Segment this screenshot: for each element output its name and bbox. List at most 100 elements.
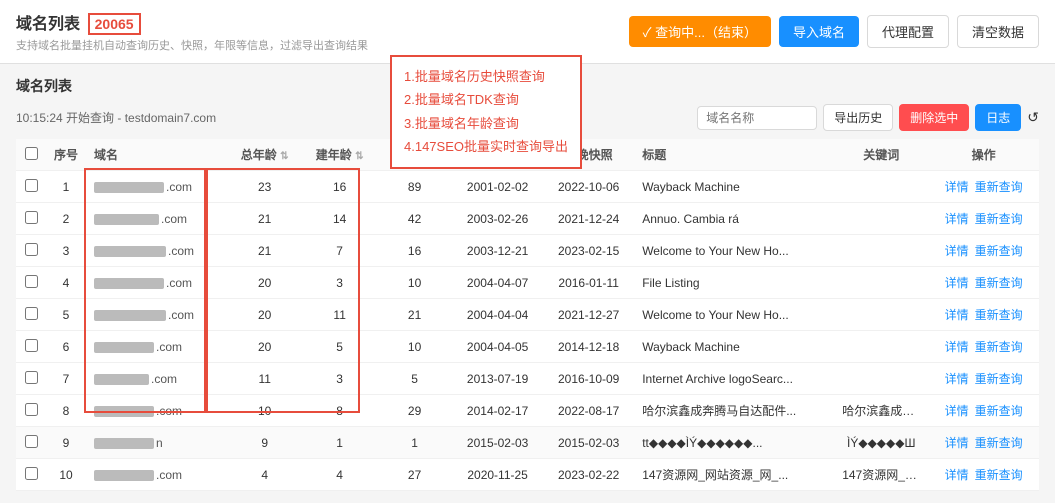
- row-keywords: [834, 363, 928, 395]
- toolbar-left: 10:15:24 开始查询 - testdomain7.com: [16, 109, 216, 126]
- row-seq: 7: [46, 363, 86, 395]
- row-total-age: 20: [227, 267, 302, 299]
- table-row: 7.com11352013-07-192016-10-09Internet Ar…: [16, 363, 1039, 395]
- row-checkbox-cell: [16, 235, 46, 267]
- row-latest-snapshot: 2022-08-17: [543, 395, 634, 427]
- row-keywords: ÌÝ◆◆◆◆◆Ш: [834, 427, 928, 459]
- row-seq: 4: [46, 267, 86, 299]
- row-checkbox[interactable]: [25, 403, 38, 416]
- requery-link[interactable]: 重新查询: [975, 372, 1023, 386]
- detail-link[interactable]: 详情: [945, 244, 969, 258]
- row-checkbox[interactable]: [25, 179, 38, 192]
- row-latest-snapshot: 2023-02-22: [543, 459, 634, 491]
- clear-data-button[interactable]: 清空数据: [957, 15, 1039, 48]
- requery-link[interactable]: 重新查询: [975, 308, 1023, 322]
- row-snapshots: 42: [377, 203, 452, 235]
- row-snapshots: 29: [377, 395, 452, 427]
- row-seq: 5: [46, 299, 86, 331]
- row-checkbox[interactable]: [25, 307, 38, 320]
- detail-link[interactable]: 详情: [945, 436, 969, 450]
- row-checkbox[interactable]: [25, 435, 38, 448]
- row-seq: 2: [46, 203, 86, 235]
- requery-link[interactable]: 重新查询: [975, 468, 1023, 482]
- agent-config-button[interactable]: 代理配置: [867, 15, 949, 48]
- refresh-icon[interactable]: ↺: [1027, 109, 1039, 126]
- table-row: 8.com108292014-02-172022-08-17哈尔滨鑫成奔腾马自达…: [16, 395, 1039, 427]
- requery-link[interactable]: 重新查询: [975, 244, 1023, 258]
- domain-table: 序号 域名 总年龄 ⇅ 建年龄 ⇅ 快照数 ⇅ 最早快照 最晚快照 标题 关键词…: [16, 139, 1039, 491]
- requery-link[interactable]: 重新查询: [975, 436, 1023, 450]
- row-latest-snapshot: 2014-12-18: [543, 331, 634, 363]
- domain-blur: [94, 246, 166, 257]
- detail-link[interactable]: 详情: [945, 372, 969, 386]
- row-checkbox-cell: [16, 363, 46, 395]
- row-latest-snapshot: 2022-10-06: [543, 171, 634, 203]
- delete-selected-button[interactable]: 删除选中: [899, 104, 969, 131]
- row-earliest-snapshot: 2004-04-04: [452, 299, 543, 331]
- detail-link[interactable]: 详情: [945, 212, 969, 226]
- row-actions: 详情重新查询: [928, 331, 1039, 363]
- requery-link[interactable]: 重新查询: [975, 340, 1023, 354]
- row-total-age: 20: [227, 299, 302, 331]
- row-title: 哈尔滨鑫成奔腾马自达配件...: [634, 395, 834, 427]
- header-subtitle: 支持域名批量挂机自动查询历史、快照，年限等信息，过滤导出查询结果: [16, 37, 368, 53]
- row-build-age: 11: [302, 299, 377, 331]
- row-checkbox[interactable]: [25, 467, 38, 480]
- row-seq: 6: [46, 331, 86, 363]
- row-seq: 8: [46, 395, 86, 427]
- export-history-button[interactable]: 导出历史: [823, 104, 893, 131]
- row-title: Annuo. Cambia rá: [634, 203, 834, 235]
- row-latest-snapshot: 2021-12-24: [543, 203, 634, 235]
- table-row: 9n9112015-02-032015-02-03tt◆◆◆◆ÌÝ◆◆◆◆◆◆.…: [16, 427, 1039, 459]
- row-earliest-snapshot: 2020-11-25: [452, 459, 543, 491]
- requery-link[interactable]: 重新查询: [975, 276, 1023, 290]
- row-build-age: 5: [302, 331, 377, 363]
- th-domain: 域名: [86, 139, 227, 171]
- row-snapshots: 1: [377, 427, 452, 459]
- detail-link[interactable]: 详情: [945, 308, 969, 322]
- row-earliest-snapshot: 2004-04-07: [452, 267, 543, 299]
- table-row: 6.com205102004-04-052014-12-18Wayback Ma…: [16, 331, 1039, 363]
- row-actions: 详情重新查询: [928, 299, 1039, 331]
- th-build-age[interactable]: 建年龄 ⇅: [302, 139, 377, 171]
- tooltip-line-2: 2.批量域名TDK查询: [404, 88, 568, 111]
- row-earliest-snapshot: 2013-07-19: [452, 363, 543, 395]
- row-actions: 详情重新查询: [928, 235, 1039, 267]
- row-earliest-snapshot: 2001-02-02: [452, 171, 543, 203]
- log-button[interactable]: 日志: [975, 104, 1021, 131]
- row-earliest-snapshot: 2015-02-03: [452, 427, 543, 459]
- detail-link[interactable]: 详情: [945, 468, 969, 482]
- row-earliest-snapshot: 2014-02-17: [452, 395, 543, 427]
- row-title: tt◆◆◆◆ÌÝ◆◆◆◆◆◆...: [634, 427, 834, 459]
- row-snapshots: 21: [377, 299, 452, 331]
- row-checkbox[interactable]: [25, 339, 38, 352]
- requery-link[interactable]: 重新查询: [975, 180, 1023, 194]
- detail-link[interactable]: 详情: [945, 404, 969, 418]
- requery-link[interactable]: 重新查询: [975, 404, 1023, 418]
- th-keywords: 关键词: [834, 139, 928, 171]
- import-button[interactable]: 导入域名: [779, 16, 859, 47]
- query-button[interactable]: ✓ 查询中...（结束）: [629, 16, 771, 47]
- detail-link[interactable]: 详情: [945, 180, 969, 194]
- detail-link[interactable]: 详情: [945, 276, 969, 290]
- row-checkbox[interactable]: [25, 211, 38, 224]
- row-build-age: 4: [302, 459, 377, 491]
- select-all-checkbox[interactable]: [25, 147, 38, 160]
- row-checkbox[interactable]: [25, 243, 38, 256]
- tooltip-line-1: 1.批量域名历史快照查询: [404, 65, 568, 88]
- search-input[interactable]: [697, 106, 817, 130]
- requery-link[interactable]: 重新查询: [975, 212, 1023, 226]
- row-latest-snapshot: 2016-01-11: [543, 267, 634, 299]
- row-domain: .com: [86, 331, 227, 363]
- sort-build-age-icon[interactable]: ⇅: [355, 151, 363, 162]
- th-total-age[interactable]: 总年龄 ⇅: [227, 139, 302, 171]
- row-build-age: 3: [302, 267, 377, 299]
- table-row: 10.com44272020-11-252023-02-22147资源网_网站资…: [16, 459, 1039, 491]
- table-wrapper: 序号 域名 总年龄 ⇅ 建年龄 ⇅ 快照数 ⇅ 最早快照 最晚快照 标题 关键词…: [16, 139, 1039, 491]
- detail-link[interactable]: 详情: [945, 340, 969, 354]
- row-title: File Listing: [634, 267, 834, 299]
- row-checkbox[interactable]: [25, 371, 38, 384]
- row-build-age: 16: [302, 171, 377, 203]
- row-checkbox[interactable]: [25, 275, 38, 288]
- sort-total-age-icon[interactable]: ⇅: [280, 151, 288, 162]
